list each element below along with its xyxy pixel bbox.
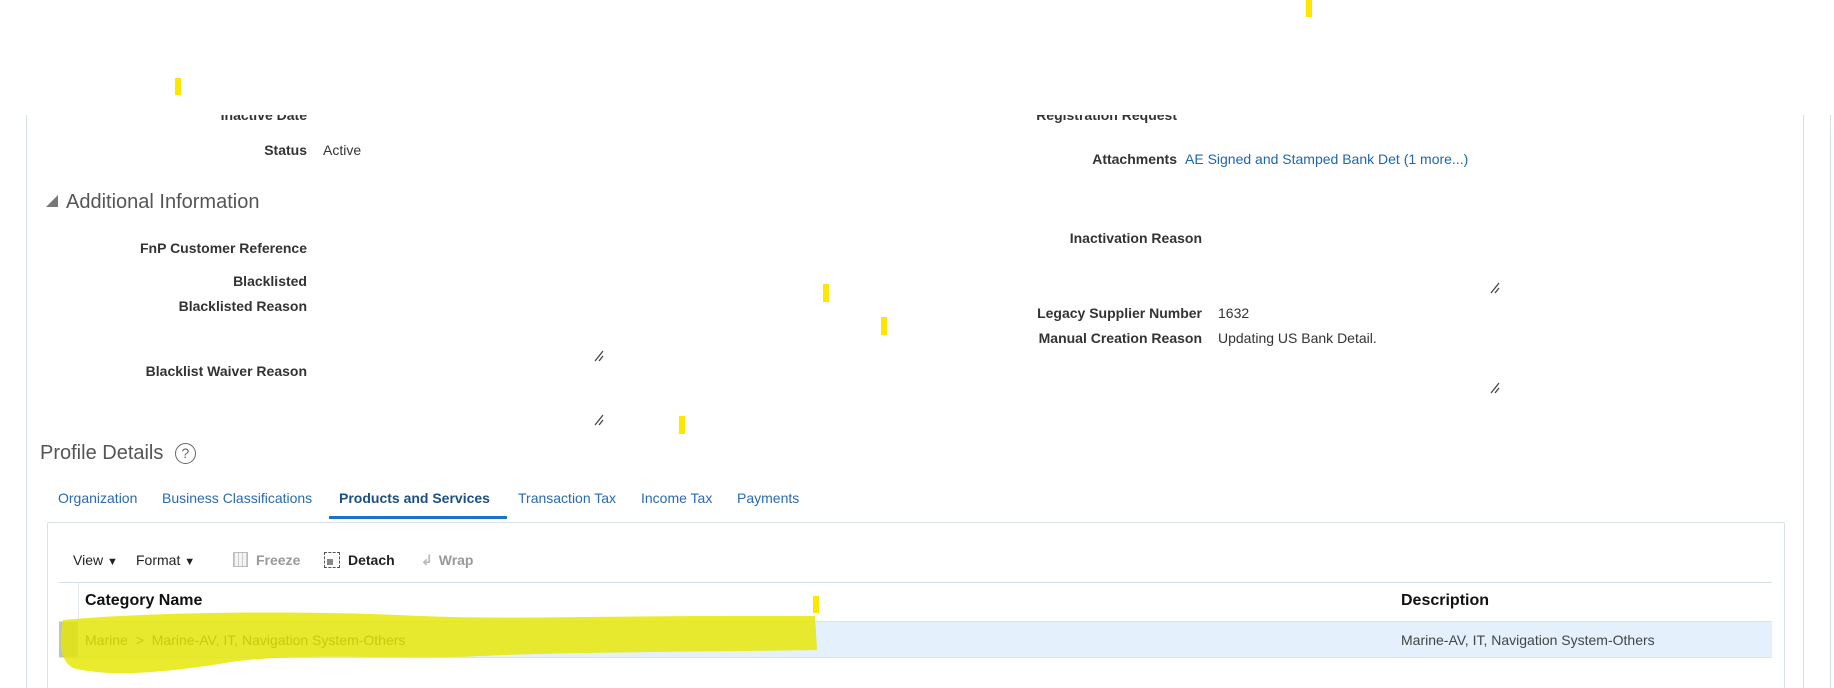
tab-transaction-tax[interactable]: Transaction Tax: [518, 490, 616, 506]
format-menu[interactable]: Format ▼: [136, 552, 195, 568]
wrap-button[interactable]: ↲ Wrap: [421, 552, 473, 569]
blacklist-waiver-reason-label: Blacklist Waiver Reason: [145, 363, 307, 379]
annotation-mark: [813, 596, 819, 613]
tab-income-tax[interactable]: Income Tax: [641, 490, 712, 506]
textarea-resize-handle-icon[interactable]: [1488, 281, 1502, 295]
textarea-resize-handle-icon[interactable]: [592, 413, 606, 427]
collapse-triangle-icon[interactable]: [46, 195, 58, 207]
freeze-label: Freeze: [256, 552, 301, 568]
blacklisted-reason-label: Blacklisted Reason: [178, 298, 307, 314]
textarea-resize-handle-icon[interactable]: [592, 349, 606, 363]
breadcrumb-separator: >: [135, 632, 144, 648]
tab-organization[interactable]: Organization: [58, 490, 137, 506]
attachments-label: Attachments: [1092, 151, 1177, 167]
category-cell: Marine > Marine-AV, IT, Navigation Syste…: [85, 632, 405, 648]
status-value: Active: [323, 142, 362, 158]
detach-icon: [324, 552, 340, 568]
page-section-title: Profile Details: [40, 442, 164, 464]
tab-products-and-services[interactable]: Products and Services: [339, 490, 490, 506]
view-menu[interactable]: View ▼: [73, 552, 118, 568]
legacy-supplier-number-label: Legacy Supplier Number: [1037, 305, 1202, 321]
section-title: Additional Information: [66, 191, 260, 213]
wrap-label: Wrap: [438, 552, 474, 568]
attachments-link[interactable]: AE Signed and Stamped Bank Det (1 more..…: [1185, 151, 1468, 167]
description-cell: Marine-AV, IT, Navigation System-Others: [1401, 632, 1655, 648]
row-selector[interactable]: [59, 622, 78, 657]
annotation-mark: [175, 78, 181, 95]
detach-button[interactable]: Detach: [324, 552, 395, 568]
column-header-category-name[interactable]: Category Name: [85, 592, 202, 610]
blacklisted-label: Blacklisted: [233, 273, 307, 289]
fnp-customer-reference-label: FnP Customer Reference: [139, 240, 307, 256]
annotation-mark: [823, 284, 829, 302]
tab-business-classifications[interactable]: Business Classifications: [162, 490, 312, 506]
column-header-description[interactable]: Description: [1401, 592, 1489, 610]
legacy-supplier-number-value: 1632: [1218, 305, 1250, 321]
table-row[interactable]: Marine > Marine-AV, IT, Navigation Syste…: [59, 621, 1772, 658]
freeze-button[interactable]: Freeze: [233, 552, 300, 568]
row-header-column-divider: [78, 583, 79, 621]
profile-details-header: Profile Details ?: [40, 442, 196, 465]
active-tab-underline: [329, 516, 507, 519]
annotation-mark: [1306, 0, 1312, 17]
category-name: Marine: [85, 632, 128, 648]
subcategory-name: Marine-AV, IT, Navigation System-Others: [151, 632, 406, 648]
manual-creation-reason-label: Manual Creation Reason: [1038, 330, 1202, 346]
inactive-date-label: Inactive Date: [220, 115, 307, 123]
dropdown-arrow-icon: ▼: [106, 556, 118, 568]
annotation-mark: [679, 416, 685, 434]
tab-payments[interactable]: Payments: [737, 490, 799, 506]
supplier-profile-panel: Inactive Date Status Active Registration…: [26, 115, 1804, 688]
table-header-divider: [59, 582, 1772, 583]
freeze-icon: [233, 552, 248, 567]
manual-creation-reason-value: Updating US Bank Detail.: [1218, 330, 1377, 346]
wrap-icon: ↲: [421, 552, 433, 568]
registration-request-label: Registration Request: [1036, 115, 1177, 123]
dropdown-arrow-icon: ▼: [184, 556, 196, 568]
detach-label: Detach: [348, 552, 395, 568]
view-label: View: [73, 552, 104, 568]
inactivation-reason-label: Inactivation Reason: [1069, 230, 1202, 246]
outer-border: [1830, 115, 1831, 688]
status-label: Status: [264, 142, 307, 158]
additional-information-header[interactable]: Additional Information: [46, 191, 259, 214]
products-services-table-container: [47, 522, 1785, 688]
format-label: Format: [136, 552, 181, 568]
annotation-mark: [881, 317, 887, 335]
help-icon[interactable]: ?: [174, 443, 196, 464]
textarea-resize-handle-icon[interactable]: [1488, 381, 1502, 395]
